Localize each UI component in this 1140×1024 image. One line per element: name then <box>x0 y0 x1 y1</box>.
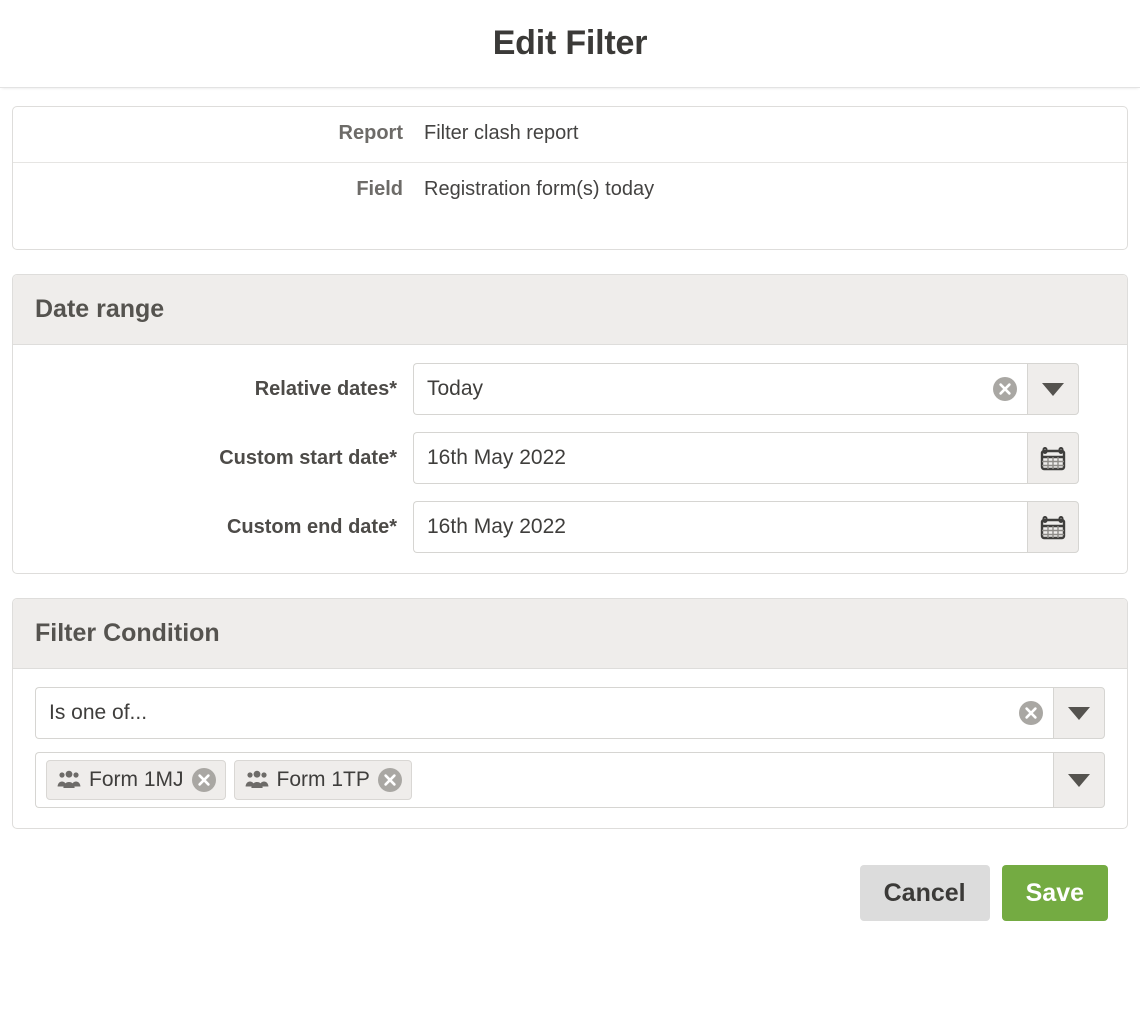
form-row-custom-end-date: Custom end date* 16th May 2022 <box>35 501 1105 553</box>
date-range-panel: Date range Relative dates* Today <box>12 274 1128 574</box>
custom-start-date-value: 16th May 2022 <box>427 446 1017 470</box>
clear-icon[interactable] <box>993 377 1017 401</box>
list-item[interactable]: Form 1TP <box>234 760 412 800</box>
field-group-custom-start-date: 16th May 2022 <box>413 432 1079 484</box>
filter-values-row: Form 1MJ <box>35 752 1105 808</box>
custom-end-date-input[interactable]: 16th May 2022 <box>413 501 1027 553</box>
modal-header: Edit Filter <box>0 0 1140 88</box>
filter-operator-dropdown-button[interactable] <box>1053 687 1105 739</box>
users-icon <box>245 770 269 790</box>
date-range-panel-header: Date range <box>13 275 1127 345</box>
modal-footer: Cancel Save <box>0 853 1140 921</box>
tag-label: Form 1MJ <box>89 768 184 792</box>
filter-condition-panel-header: Filter Condition <box>13 599 1127 669</box>
filter-operator-value: Is one of... <box>49 701 1013 725</box>
table-row: Field Registration form(s) today <box>13 163 1127 249</box>
filter-values-dropdown-button[interactable] <box>1053 752 1105 808</box>
form-row-relative-dates: Relative dates* Today <box>35 363 1105 415</box>
relative-dates-dropdown-button[interactable] <box>1027 363 1079 415</box>
custom-start-date-input[interactable]: 16th May 2022 <box>413 432 1027 484</box>
save-button[interactable]: Save <box>1002 865 1108 921</box>
label-custom-end-date: Custom end date* <box>35 516 413 539</box>
date-range-panel-body: Relative dates* Today <box>13 345 1127 573</box>
clear-icon[interactable] <box>378 768 402 792</box>
custom-start-date-calendar-button[interactable] <box>1027 432 1079 484</box>
field-group-custom-end-date: 16th May 2022 <box>413 501 1079 553</box>
label-relative-dates: Relative dates* <box>35 378 413 401</box>
clear-icon[interactable] <box>192 768 216 792</box>
calendar-icon <box>1039 513 1067 541</box>
list-item[interactable]: Form 1MJ <box>46 760 226 800</box>
relative-dates-select[interactable]: Today <box>413 363 1027 415</box>
chevron-down-icon <box>1068 774 1090 787</box>
field-group-relative-dates: Today <box>413 363 1079 415</box>
info-value-report: Filter clash report <box>413 107 1127 155</box>
calendar-icon <box>1039 444 1067 472</box>
modal-body: Report Filter clash report Field Registr… <box>0 88 1140 829</box>
custom-end-date-value: 16th May 2022 <box>427 515 1017 539</box>
filter-condition-title: Filter Condition <box>35 619 1105 648</box>
filter-values-multiselect[interactable]: Form 1MJ <box>35 752 1053 808</box>
info-label-report: Report <box>13 107 413 155</box>
cancel-button[interactable]: Cancel <box>860 865 990 921</box>
filter-condition-panel: Filter Condition Is one of... <box>12 598 1128 829</box>
filter-operator-row: Is one of... <box>35 687 1105 739</box>
tag-label: Form 1TP <box>277 768 370 792</box>
chevron-down-icon <box>1042 383 1064 396</box>
info-label-field: Field <box>13 163 413 211</box>
clear-icon[interactable] <box>1019 701 1043 725</box>
info-value-field: Registration form(s) today <box>413 163 1127 211</box>
custom-end-date-calendar-button[interactable] <box>1027 501 1079 553</box>
form-row-custom-start-date: Custom start date* 16th May 2022 <box>35 432 1105 484</box>
report-info-panel: Report Filter clash report Field Registr… <box>12 106 1128 250</box>
users-icon <box>57 770 81 790</box>
page-title: Edit Filter <box>493 24 648 63</box>
relative-dates-value: Today <box>427 377 987 401</box>
filter-operator-select[interactable]: Is one of... <box>35 687 1053 739</box>
chevron-down-icon <box>1068 707 1090 720</box>
filter-condition-panel-body: Is one of... <box>13 669 1127 828</box>
label-custom-start-date: Custom start date* <box>35 447 413 470</box>
table-row: Report Filter clash report <box>13 107 1127 163</box>
date-range-title: Date range <box>35 295 1105 324</box>
